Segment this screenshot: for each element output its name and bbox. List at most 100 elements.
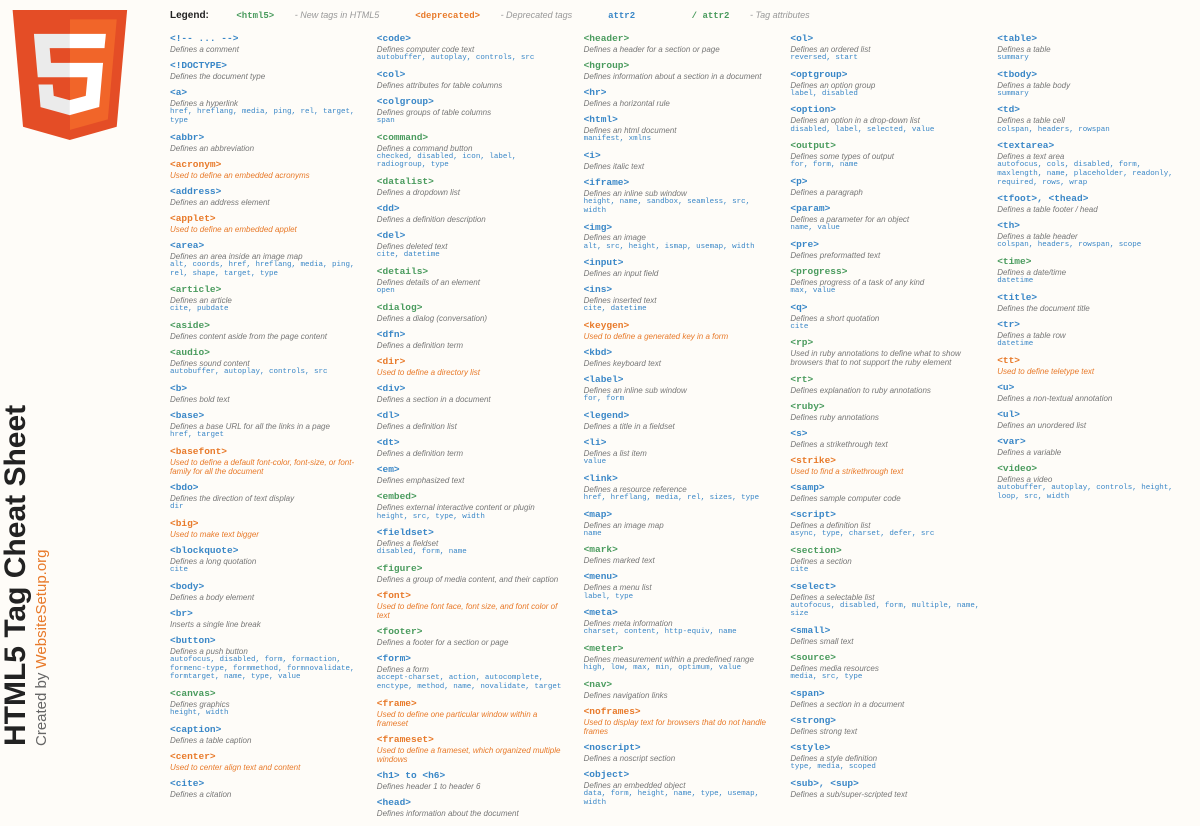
tag-name: <em>	[377, 465, 570, 476]
subtitle: Created by WebsiteSetup.org	[33, 405, 50, 746]
tag-desc: Defines inserted text	[584, 296, 777, 305]
tag-entry: <style>Defines a style definitiontype, m…	[790, 743, 983, 772]
tag-desc: Defines sound content	[170, 359, 363, 368]
tag-entry: <em>Defines emphasized text	[377, 465, 570, 485]
tag-desc: Used to define teletype text	[997, 367, 1190, 376]
tag-attrs: reversed, start	[790, 54, 983, 63]
tag-desc: Defines a table	[997, 45, 1190, 54]
tag-name: <html>	[584, 115, 777, 126]
tag-name: <title>	[997, 293, 1190, 304]
tag-desc: Defines a body element	[170, 593, 363, 602]
tag-desc: Defines a table header	[997, 232, 1190, 241]
tag-entry: <link>Defines a resource referencehref, …	[584, 474, 777, 503]
tag-entry: <applet>Used to define an embedded apple…	[170, 214, 363, 234]
tag-name: <s>	[790, 429, 983, 440]
tag-name: <ruby>	[790, 402, 983, 413]
tag-entry: <header>Defines a header for a section o…	[584, 34, 777, 54]
tag-attrs: href, hreflang, media, ping, rel, target…	[170, 108, 363, 125]
tag-name: <label>	[584, 375, 777, 386]
legend-row: Legend: <html5> - New tags in HTML5<depr…	[170, 10, 864, 21]
tag-name: <tr>	[997, 320, 1190, 331]
tag-desc: Defines explanation to ruby annotations	[790, 386, 983, 395]
tag-entry: <!-- ... -->Defines a comment	[170, 34, 363, 54]
legend-label: Legend:	[170, 10, 209, 21]
tag-name: <address>	[170, 187, 363, 198]
tag-desc: Defines sample computer code	[790, 494, 983, 503]
legend-tag: <deprecated>	[415, 11, 480, 21]
tag-name: <cite>	[170, 779, 363, 790]
left-sidebar: HTML5 Tag Cheat Sheet Created by Website…	[0, 0, 140, 776]
tag-name: <col>	[377, 70, 570, 81]
tag-entry: <nav>Defines navigation links	[584, 680, 777, 700]
tag-name: <embed>	[377, 492, 570, 503]
tag-entry: <i>Defines italic text	[584, 151, 777, 171]
tag-entry: <section>Defines a sectioncite	[790, 546, 983, 575]
tag-entry: <form>Defines a formaccept-charset, acti…	[377, 654, 570, 691]
tag-name: <form>	[377, 654, 570, 665]
tag-desc: Inserts a single line break	[170, 620, 363, 629]
tag-entry: <input>Defines an input field	[584, 258, 777, 278]
tag-desc: Defines a video	[997, 475, 1190, 484]
tag-desc: Defines meta information	[584, 619, 777, 628]
tag-entry: <select>Defines a selectable listautofoc…	[790, 582, 983, 619]
tag-name: <strong>	[790, 716, 983, 727]
tag-desc: Used to define a default font-color, fon…	[170, 458, 363, 476]
tag-desc: Defines a citation	[170, 790, 363, 799]
tag-attrs: autofocus, cols, disabled, form, maxleng…	[997, 161, 1190, 187]
tag-name: <option>	[790, 105, 983, 116]
tag-desc: Defines a hyperlink	[170, 99, 363, 108]
tag-name: <!DOCTYPE>	[170, 61, 363, 72]
tag-name: <tt>	[997, 356, 1190, 367]
tag-entry: <mark>Defines marked text	[584, 545, 777, 565]
tag-desc: Defines details of an element	[377, 278, 570, 287]
tag-name: <small>	[790, 626, 983, 637]
tag-name: <tbody>	[997, 70, 1190, 81]
tag-name: <style>	[790, 743, 983, 754]
tag-attrs: summary	[997, 54, 1190, 63]
tag-entry: <progress>Defines progress of a task of …	[790, 267, 983, 296]
tag-entry: <div>Defines a section in a document	[377, 384, 570, 404]
tag-desc: Defines a sub/super-scripted text	[790, 790, 983, 799]
tag-attrs: cite	[790, 323, 983, 332]
legend-tag: attr2	[608, 11, 635, 21]
tag-name: <dd>	[377, 204, 570, 215]
tag-entry: <ul>Defines an unordered list	[997, 410, 1190, 430]
tag-desc: Defines a footer for a section or page	[377, 638, 570, 647]
tag-desc: Defines a dropdown list	[377, 188, 570, 197]
tag-name: <u>	[997, 383, 1190, 394]
tag-desc: Defines a short quotation	[790, 314, 983, 323]
tag-desc: Defines a comment	[170, 45, 363, 54]
tag-desc: Defines the document type	[170, 72, 363, 81]
tag-desc: Defines ruby annotations	[790, 413, 983, 422]
tag-entry: <map>Defines an image mapname	[584, 510, 777, 539]
tag-desc: Defines a long quotation	[170, 557, 363, 566]
tag-entry: <head>Defines information about the docu…	[377, 798, 570, 818]
tag-attrs: async, type, charset, defer, src	[790, 530, 983, 539]
tag-name: <applet>	[170, 214, 363, 225]
tag-entry: <p>Defines a paragraph	[790, 177, 983, 197]
tag-name: <keygen>	[584, 321, 777, 332]
tag-name: <link>	[584, 474, 777, 485]
tag-name: <kbd>	[584, 348, 777, 359]
tag-desc: Used in ruby annotations to define what …	[790, 349, 983, 367]
tag-name: <audio>	[170, 348, 363, 359]
tag-entry: <center>Used to center align text and co…	[170, 752, 363, 772]
tag-desc: Defines a command button	[377, 144, 570, 153]
tag-desc: Defines a table cell	[997, 116, 1190, 125]
column: <!-- ... -->Defines a comment<!DOCTYPE>D…	[170, 34, 363, 826]
tag-desc: Defines a selectable list	[790, 593, 983, 602]
tag-entry: <textarea>Defines a text areaautofocus, …	[997, 141, 1190, 187]
tag-attrs: alt, coords, href, hreflang, media, ping…	[170, 261, 363, 278]
tag-entry: <frameset>Used to define a frameset, whi…	[377, 735, 570, 764]
tag-entry: <dd>Defines a definition description	[377, 204, 570, 224]
tag-attrs: summary	[997, 90, 1190, 99]
tag-desc: Defines a push button	[170, 647, 363, 656]
tag-desc: Defines a menu list	[584, 583, 777, 592]
tag-entry: <basefont>Used to define a default font-…	[170, 447, 363, 476]
tag-name: <dl>	[377, 411, 570, 422]
column: <code>Defines computer code textautobuff…	[377, 34, 570, 826]
tag-desc: Defines a table row	[997, 331, 1190, 340]
tag-desc: Defines a paragraph	[790, 188, 983, 197]
tag-name: <ul>	[997, 410, 1190, 421]
tag-name: <bdo>	[170, 483, 363, 494]
